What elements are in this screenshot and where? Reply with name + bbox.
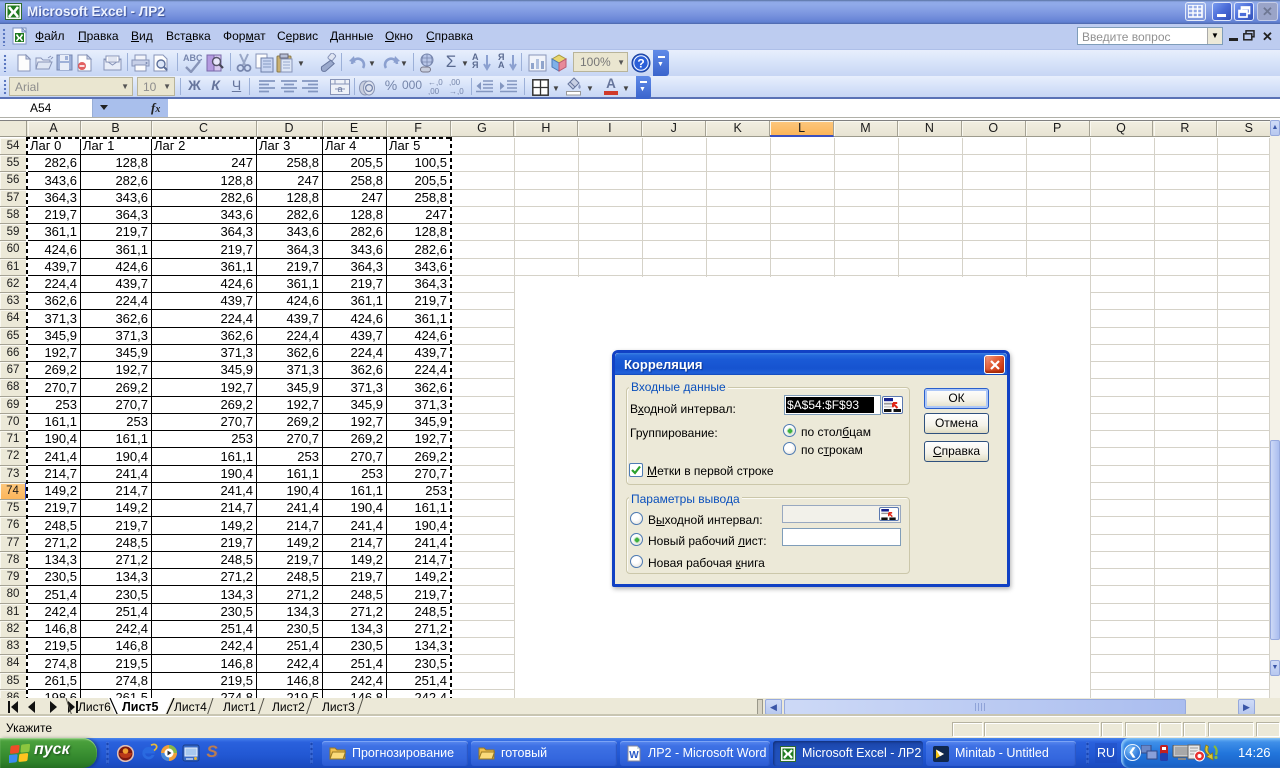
svg-text:W: W bbox=[629, 750, 639, 761]
svg-text:S: S bbox=[206, 742, 218, 761]
svg-text:a: a bbox=[337, 84, 342, 94]
svg-text:?: ? bbox=[637, 57, 644, 71]
